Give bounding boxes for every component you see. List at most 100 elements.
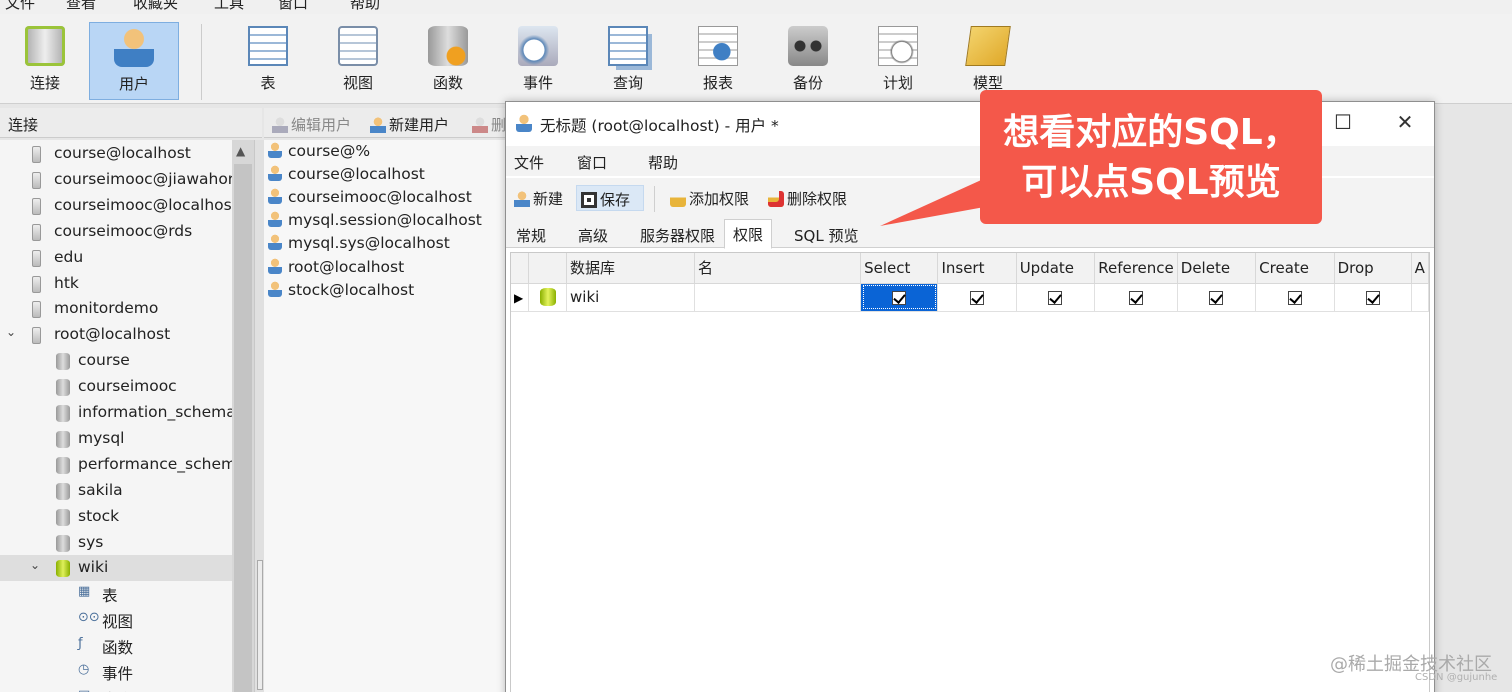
- delete-privilege-button[interactable]: 删除权限: [764, 185, 851, 211]
- toolbar-button-backup[interactable]: 备份: [763, 22, 853, 100]
- privilege-cell-delete[interactable]: [1177, 283, 1257, 312]
- checkbox-checked-icon[interactable]: [1287, 290, 1302, 305]
- table-row[interactable]: ▶ wiki: [511, 283, 1430, 312]
- tab-general[interactable]: 常规: [508, 221, 554, 248]
- tree-item-query[interactable]: ▤ 查询: [0, 685, 232, 692]
- tree-item-db[interactable]: sys: [0, 530, 232, 556]
- tree-item-db[interactable]: courseimooc: [0, 374, 232, 400]
- column-header-name[interactable]: 名: [694, 253, 862, 284]
- close-icon[interactable]: ✕: [1390, 110, 1420, 136]
- tree-item-db[interactable]: mysql: [0, 426, 232, 452]
- tree-item-db[interactable]: stock: [0, 504, 232, 530]
- new-button[interactable]: 新建: [510, 185, 567, 211]
- menu-window[interactable]: 窗口: [278, 0, 308, 13]
- privilege-cell-create[interactable]: [1255, 283, 1335, 312]
- tree-item-table[interactable]: ▦ 表: [0, 581, 232, 607]
- menu-file[interactable]: 文件: [5, 0, 35, 13]
- privilege-cell-select[interactable]: [860, 283, 939, 312]
- menu-help[interactable]: 帮助: [350, 0, 380, 13]
- maximize-icon[interactable]: ☐: [1328, 110, 1358, 136]
- toolbar-button-report[interactable]: 报表: [673, 22, 763, 100]
- checkbox-checked-icon[interactable]: [1128, 290, 1143, 305]
- tree-item-event[interactable]: ◷ 事件: [0, 659, 232, 685]
- tab-advanced[interactable]: 高级: [570, 221, 616, 248]
- user-list-item[interactable]: course@localhost: [268, 165, 425, 187]
- tree-item-conn[interactable]: courseimooc@localhos: [0, 193, 232, 219]
- dialog-menu-window[interactable]: 窗口: [577, 152, 607, 173]
- checkbox-checked-icon[interactable]: [1209, 290, 1224, 305]
- user-list-item[interactable]: courseimooc@localhost: [268, 188, 472, 210]
- dialog-menu-file[interactable]: 文件: [514, 152, 544, 173]
- tree-item-conn[interactable]: edu: [0, 245, 232, 271]
- tree-item-view[interactable]: ⊙⊙ 视图: [0, 607, 232, 633]
- menu-favorites[interactable]: 收藏夹: [133, 0, 178, 13]
- tree-item-db[interactable]: performance_schem: [0, 452, 232, 478]
- chevron-down-icon[interactable]: ⌄: [30, 558, 40, 572]
- menu-tools[interactable]: 工具: [214, 0, 244, 13]
- user-list[interactable]: course@% course@localhost courseimooc@loca…: [264, 140, 506, 692]
- privilege-cell-update[interactable]: [1016, 283, 1096, 312]
- column-header-insert[interactable]: Insert: [937, 253, 1017, 284]
- checkbox-checked-icon[interactable]: [1048, 290, 1063, 305]
- toolbar-button-query[interactable]: 查询: [583, 22, 673, 100]
- tab-server-privileges[interactable]: 服务器权限: [632, 221, 723, 248]
- panel-splitter[interactable]: [254, 140, 264, 692]
- privilege-cell-drop[interactable]: [1334, 283, 1412, 312]
- toolbar-button-schedule[interactable]: 计划: [853, 22, 943, 100]
- user-list-item[interactable]: root@localhost: [268, 257, 404, 280]
- tree-item-conn[interactable]: monitordemo: [0, 296, 232, 322]
- connection-tree-scrollbar[interactable]: ▲: [232, 140, 254, 692]
- new-user-button[interactable]: 新建用户: [370, 114, 449, 135]
- tree-item-db[interactable]: course: [0, 348, 232, 374]
- tree-item-db[interactable]: sakila: [0, 478, 232, 504]
- user-list-item[interactable]: stock@localhost: [268, 280, 414, 303]
- toolbar-button-connection[interactable]: 连接: [0, 22, 90, 100]
- column-header-update[interactable]: Update: [1016, 253, 1096, 284]
- splitter-grip[interactable]: [257, 560, 263, 690]
- toolbar-button-user[interactable]: 用户: [89, 22, 179, 100]
- tree-item-db-open[interactable]: ⌄ wiki: [0, 555, 232, 582]
- tree-item-function[interactable]: ƒ 函数: [0, 633, 232, 659]
- toolbar-button-label: 备份: [792, 74, 823, 92]
- column-header-more[interactable]: A: [1411, 253, 1430, 284]
- add-privilege-button[interactable]: 添加权限: [666, 185, 753, 211]
- tree-item-db[interactable]: information_schema: [0, 400, 232, 426]
- checkbox-checked-icon[interactable]: [1365, 290, 1380, 305]
- column-header-create[interactable]: Create: [1255, 253, 1335, 284]
- delete-user-button[interactable]: 删: [472, 114, 506, 135]
- column-header-reference[interactable]: Reference: [1094, 253, 1178, 284]
- user-list-item[interactable]: course@%: [268, 142, 370, 164]
- toolbar-button-function[interactable]: 函数: [403, 22, 493, 100]
- save-button[interactable]: 保存: [576, 185, 644, 211]
- chevron-down-icon[interactable]: ⌄: [6, 325, 16, 339]
- column-header-delete[interactable]: Delete: [1177, 253, 1257, 284]
- user-list-item[interactable]: mysql.sys@localhost: [268, 234, 450, 256]
- name-cell[interactable]: [694, 283, 862, 312]
- user-list-item[interactable]: mysql.session@localhost: [268, 211, 482, 233]
- edit-user-button[interactable]: 编辑用户: [272, 114, 351, 135]
- checkbox-checked-icon[interactable]: [970, 290, 985, 305]
- tree-item-conn[interactable]: courseimooc@jiawahor: [0, 167, 232, 193]
- checkbox-checked-icon[interactable]: [892, 290, 907, 305]
- scroll-up-icon[interactable]: ▲: [236, 144, 245, 158]
- tree-item-conn-open[interactable]: ⌄ root@localhost: [0, 322, 232, 348]
- privilege-cell-reference[interactable]: [1094, 283, 1178, 312]
- tree-item-conn[interactable]: courseimooc@rds: [0, 219, 232, 245]
- column-header-drop[interactable]: Drop: [1334, 253, 1412, 284]
- tree-item-conn[interactable]: course@localhost: [0, 141, 232, 167]
- database-cell[interactable]: wiki: [566, 283, 695, 312]
- column-header-select[interactable]: Select: [860, 253, 939, 284]
- connection-tree[interactable]: course@localhost courseimooc@jiawahor cour…: [0, 140, 232, 692]
- toolbar-button-view[interactable]: 视图: [313, 22, 403, 100]
- toolbar-button-event[interactable]: 事件: [493, 22, 583, 100]
- tree-item-conn[interactable]: htk: [0, 271, 232, 297]
- toolbar-button-model[interactable]: 模型: [943, 22, 1033, 100]
- scrollbar-thumb[interactable]: [234, 164, 252, 692]
- dialog-menu-help[interactable]: 帮助: [648, 152, 678, 173]
- column-header-database[interactable]: 数据库: [566, 253, 695, 284]
- tab-sql-preview[interactable]: SQL 预览: [786, 221, 866, 248]
- toolbar-button-table[interactable]: 表: [223, 22, 313, 100]
- privilege-cell-insert[interactable]: [937, 283, 1017, 312]
- menu-view[interactable]: 查看: [66, 0, 96, 13]
- tab-privileges[interactable]: 权限: [724, 219, 773, 249]
